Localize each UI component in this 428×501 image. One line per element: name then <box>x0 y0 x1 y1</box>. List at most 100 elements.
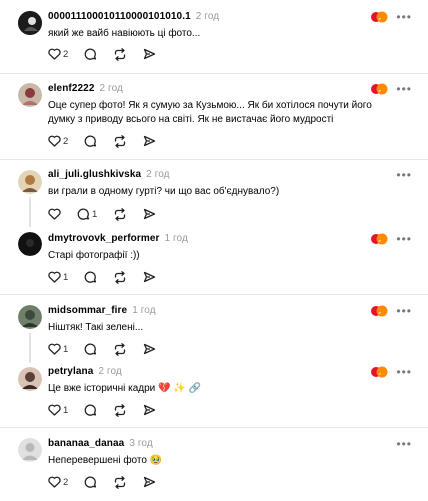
reply-button[interactable] <box>84 476 97 489</box>
timestamp: 3 год <box>129 438 153 449</box>
divider <box>0 427 428 428</box>
comment-text: ви грали в одному гурті? чи що вас об'єд… <box>48 186 280 197</box>
like-button[interactable]: 1 <box>48 343 68 355</box>
like-count: 1 <box>63 404 69 416</box>
username[interactable]: midsommar_fire 1 год <box>48 305 156 316</box>
avatar[interactable] <box>18 83 42 107</box>
like-button[interactable]: 1 <box>48 271 68 283</box>
comment-icon <box>84 343 97 355</box>
timestamp: 1 год <box>164 233 188 244</box>
username[interactable]: 000011100010110000101010.1 2 год <box>48 11 219 22</box>
reply-button[interactable] <box>84 48 97 61</box>
reply-count: 1 <box>92 208 98 220</box>
timestamp: 2 год <box>98 366 122 377</box>
like-button[interactable]: 2 <box>48 48 68 60</box>
like-button[interactable] <box>48 208 61 220</box>
comment-text: Неперевершені фото 🥹 <box>48 455 163 466</box>
username[interactable]: petrylana 2 год <box>48 366 122 377</box>
timestamp: 2 год <box>195 11 220 22</box>
like-count: 2 <box>63 135 69 147</box>
author-badge-icon <box>371 305 388 317</box>
avatar[interactable] <box>18 11 42 35</box>
share-button[interactable] <box>143 48 156 60</box>
divider <box>0 159 428 160</box>
repost-icon <box>115 47 126 61</box>
repost-button[interactable] <box>113 403 127 417</box>
thread-line <box>29 333 31 363</box>
repost-button[interactable] <box>113 342 127 356</box>
username-text[interactable]: ali_juli.glushkivska <box>48 169 141 180</box>
repost-icon <box>115 403 126 417</box>
thread-line <box>29 197 31 227</box>
author-badge-icon <box>371 83 388 95</box>
author-badge-icon <box>371 11 388 23</box>
comment-actions: 2 <box>48 46 172 62</box>
reply-button[interactable] <box>84 404 97 417</box>
comment-icon <box>84 476 97 488</box>
more-icon[interactable]: ••• <box>396 83 412 95</box>
more-icon[interactable]: ••• <box>396 438 412 450</box>
timestamp: 1 год <box>132 305 156 316</box>
repost-button[interactable] <box>113 270 127 284</box>
timestamp: 2 год <box>99 83 123 94</box>
repost-button[interactable] <box>113 134 127 148</box>
repost-button[interactable] <box>113 475 127 489</box>
username[interactable]: bananaa_danaa 3 год <box>48 438 153 449</box>
comment-actions: 1 <box>48 269 172 285</box>
reply-button[interactable] <box>84 135 97 148</box>
comment-text: який же вайб навіюють ці фото... <box>48 28 201 39</box>
comment-text: Оце супер фото! Як я сумую за Кузьмою...… <box>48 100 372 125</box>
comment-icon <box>84 48 97 60</box>
username-text[interactable]: 000011100010110000101010.1 <box>48 11 191 22</box>
comment-text: Це вже історичні кадри 💔 ✨ 🔗 <box>48 383 201 394</box>
username[interactable]: ali_juli.glushkivska 2 год <box>48 169 170 180</box>
avatar[interactable] <box>18 232 42 256</box>
send-icon <box>144 476 156 488</box>
share-button[interactable] <box>143 404 156 416</box>
reply-button[interactable] <box>84 343 97 356</box>
more-icon[interactable]: ••• <box>396 169 412 181</box>
like-button[interactable]: 2 <box>48 135 68 147</box>
avatar[interactable] <box>18 170 42 194</box>
username-text[interactable]: midsommar_fire <box>48 305 127 316</box>
comment-icon <box>84 271 97 283</box>
send-icon <box>144 48 156 60</box>
more-icon[interactable]: ••• <box>396 366 412 378</box>
send-icon <box>144 208 156 220</box>
username-text[interactable]: elenf2222 <box>48 83 95 94</box>
like-count: 1 <box>63 343 69 355</box>
comment-icon <box>84 135 97 147</box>
share-button[interactable] <box>143 476 156 488</box>
send-icon <box>144 343 156 355</box>
like-count: 1 <box>63 271 69 283</box>
share-button[interactable] <box>143 343 156 355</box>
comment-actions: 1 <box>48 402 172 418</box>
reply-button[interactable]: 1 <box>77 208 97 221</box>
like-count: 2 <box>63 476 69 488</box>
username-text[interactable]: bananaa_danaa <box>48 438 124 449</box>
repost-button[interactable] <box>113 47 127 61</box>
heart-icon <box>48 343 61 355</box>
repost-button[interactable] <box>113 207 127 221</box>
comment-text: Старі фотографії :)) <box>48 250 140 261</box>
avatar[interactable] <box>18 367 42 391</box>
username-text[interactable]: petrylana <box>48 366 93 377</box>
username-text[interactable]: dmytrovovk_performer <box>48 233 159 244</box>
comment-actions: 1 <box>48 206 172 222</box>
like-button[interactable]: 1 <box>48 404 68 416</box>
repost-icon <box>115 134 126 148</box>
more-icon[interactable]: ••• <box>396 11 412 23</box>
avatar[interactable] <box>18 305 42 329</box>
avatar[interactable] <box>18 438 42 462</box>
share-button[interactable] <box>143 135 156 147</box>
reply-button[interactable] <box>84 271 97 284</box>
send-icon <box>144 135 156 147</box>
more-icon[interactable]: ••• <box>396 305 412 317</box>
username[interactable]: dmytrovovk_performer 1 год <box>48 233 188 244</box>
share-button[interactable] <box>143 271 156 283</box>
like-button[interactable]: 2 <box>48 476 68 488</box>
divider <box>0 73 428 74</box>
username[interactable]: elenf2222 2 год <box>48 83 123 94</box>
more-icon[interactable]: ••• <box>396 233 412 245</box>
share-button[interactable] <box>143 208 156 220</box>
